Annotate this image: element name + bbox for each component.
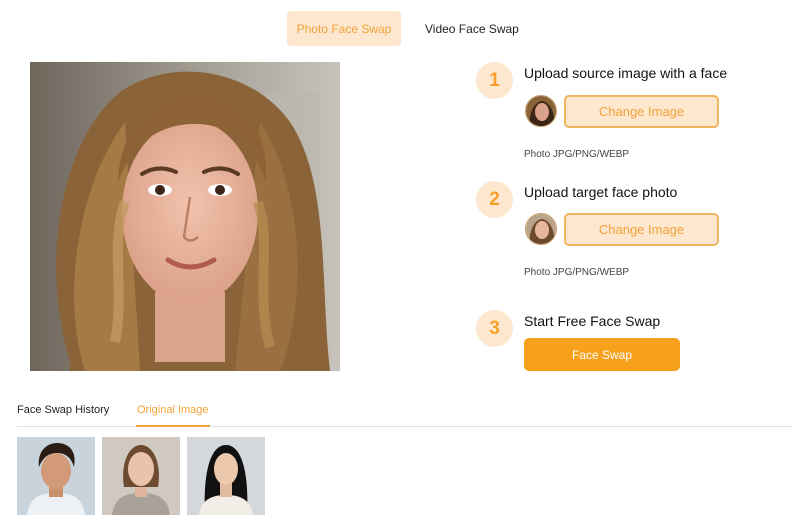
- history-tabs: Face Swap History Original Image: [17, 404, 793, 427]
- target-face-icon: [526, 214, 556, 244]
- face-swap-button[interactable]: Face Swap: [524, 338, 680, 371]
- change-target-image-button[interactable]: Change Image: [564, 213, 719, 246]
- female-portrait-icon: [187, 437, 265, 515]
- history-thumbnail[interactable]: [17, 437, 95, 515]
- history-thumbnail[interactable]: [102, 437, 180, 515]
- tab-original-image[interactable]: Original Image: [136, 404, 210, 427]
- step-3-number: 3: [476, 310, 513, 347]
- portrait-illustration: [30, 62, 340, 371]
- tab-video-face-swap[interactable]: Video Face Swap: [409, 11, 535, 46]
- step-2-title: Upload target face photo: [524, 184, 678, 200]
- female-portrait-icon: [102, 437, 180, 515]
- source-formats-label: Photo JPG/PNG/WEBP: [524, 149, 630, 160]
- tab-photo-face-swap[interactable]: Photo Face Swap: [287, 11, 401, 46]
- tab-face-swap-history[interactable]: Face Swap History: [17, 404, 109, 427]
- step-1-number: 1: [476, 62, 513, 99]
- target-formats-label: Photo JPG/PNG/WEBP: [524, 267, 630, 278]
- step-2-number: 2: [476, 181, 513, 218]
- history-thumbnail[interactable]: [187, 437, 265, 515]
- source-face-thumbnail: [525, 95, 557, 127]
- male-portrait-icon: [17, 437, 95, 515]
- step-1-title: Upload source image with a face: [524, 65, 728, 81]
- main-preview-image: [30, 62, 340, 371]
- change-source-image-button[interactable]: Change Image: [564, 95, 719, 128]
- target-face-thumbnail: [525, 213, 557, 245]
- source-face-icon: [526, 96, 556, 126]
- step-3-title: Start Free Face Swap: [524, 313, 661, 329]
- mode-tabs: Photo Face Swap Video Face Swap: [287, 11, 535, 46]
